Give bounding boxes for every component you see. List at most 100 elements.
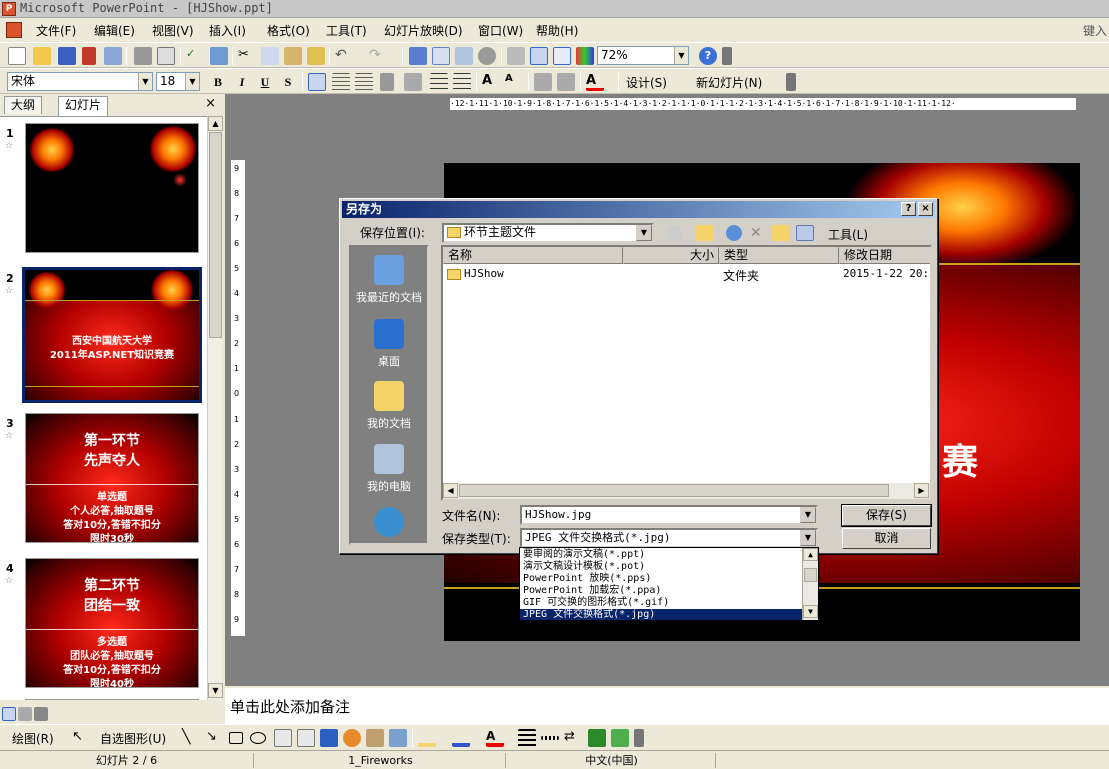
design-button[interactable]: 设计(S) <box>626 74 667 91</box>
normal-view-icon[interactable] <box>2 707 16 721</box>
column-type[interactable]: 类型 <box>719 247 839 264</box>
chevron-down-icon[interactable]: ▼ <box>636 225 652 241</box>
filetype-option[interactable]: PowerPoint 放映(*.pps) <box>520 573 804 585</box>
chevron-down-icon[interactable]: ▼ <box>800 530 816 546</box>
menu-slideshow[interactable]: 幻灯片放映(D) <box>384 22 463 39</box>
picture-icon[interactable] <box>389 729 407 747</box>
expand-all-icon[interactable] <box>507 47 525 65</box>
menu-help[interactable]: 帮助(H) <box>536 22 578 39</box>
scroll-right-icon[interactable]: ▶ <box>914 483 929 498</box>
clipart-icon[interactable] <box>366 729 384 747</box>
search-web-icon[interactable] <box>726 225 742 241</box>
place-desktop[interactable]: 桌面 <box>351 319 427 369</box>
distribute-icon[interactable] <box>404 73 422 91</box>
place-my-computer[interactable]: 我的电脑 <box>351 444 427 494</box>
help-question-box[interactable]: 键入 <box>1083 22 1107 39</box>
arrow-icon[interactable]: ↘ <box>206 729 224 747</box>
email-icon[interactable] <box>104 47 122 65</box>
save-icon[interactable] <box>58 47 76 65</box>
draw-menu[interactable]: 绘图(R) <box>12 730 54 747</box>
bold-button[interactable]: B <box>210 73 226 91</box>
select-objects-icon[interactable]: ↖ <box>72 729 90 747</box>
help-icon[interactable]: ? <box>699 47 717 65</box>
chevron-down-icon[interactable]: ▼ <box>800 507 816 523</box>
decrease-indent-icon[interactable] <box>534 73 552 91</box>
place-network[interactable] <box>351 507 427 541</box>
menu-view[interactable]: 视图(V) <box>152 22 194 39</box>
shadow-button[interactable]: S <box>280 73 296 91</box>
chevron-down-icon[interactable]: ▼ <box>674 47 688 64</box>
align-left-icon[interactable] <box>308 73 326 91</box>
slideshow-icon[interactable] <box>34 707 48 721</box>
numbering-icon[interactable] <box>430 73 448 91</box>
scroll-left-icon[interactable]: ◀ <box>443 483 458 498</box>
views-icon[interactable] <box>796 225 814 241</box>
save-button[interactable]: 保存(S) <box>841 504 932 527</box>
vertical-textbox-icon[interactable] <box>297 729 315 747</box>
line-spacing-icon[interactable] <box>380 73 394 91</box>
slide-thumbnail-4[interactable]: 第二环节 团结一致 多选题 团队必答,抽取题号 答对10分,答错不扣分 限时40… <box>25 558 199 688</box>
filename-input[interactable]: HJShow.jpg ▼ <box>520 505 818 525</box>
menu-window[interactable]: 窗口(W) <box>478 22 523 39</box>
shadow-style-icon[interactable] <box>588 729 606 747</box>
scroll-thumb[interactable] <box>804 568 817 582</box>
document-icon[interactable] <box>6 22 22 38</box>
chevron-down-icon[interactable]: ▼ <box>185 73 199 90</box>
print-icon[interactable] <box>134 47 152 65</box>
diagram-icon[interactable] <box>343 729 361 747</box>
place-my-documents[interactable]: 我的文档 <box>351 381 427 431</box>
textbox-icon[interactable] <box>274 729 292 747</box>
toolbar-options-icon[interactable] <box>722 47 732 65</box>
bullets-icon[interactable] <box>453 73 471 91</box>
dash-style-icon[interactable] <box>541 736 559 740</box>
slide-thumbnail-1[interactable] <box>25 123 199 253</box>
tables-borders-icon[interactable] <box>455 47 473 65</box>
file-row[interactable]: HJShow <box>447 267 504 280</box>
decrease-font-icon[interactable]: A <box>505 73 523 91</box>
format-painter-icon[interactable] <box>307 47 325 65</box>
place-recent[interactable]: 我最近的文档 <box>351 255 427 305</box>
filetype-option[interactable]: 要审阅的演示文稿(*.ppt) <box>520 549 804 561</box>
menu-format[interactable]: 格式(O) <box>267 22 310 39</box>
status-design[interactable]: 1_Fireworks <box>256 753 506 768</box>
hyperlink-icon[interactable] <box>478 47 496 65</box>
dialog-title-bar[interactable]: 另存为 ? × <box>342 201 935 218</box>
rectangle-icon[interactable] <box>229 732 243 744</box>
fill-color-icon[interactable] <box>418 729 436 747</box>
toolbar-options-icon[interactable] <box>786 73 796 91</box>
align-right-icon[interactable] <box>355 73 373 91</box>
oval-icon[interactable] <box>250 732 266 744</box>
new-icon[interactable] <box>8 47 26 65</box>
new-slide-button[interactable]: 新幻灯片(N) <box>696 74 762 91</box>
autoshapes-menu[interactable]: 自选图形(U) <box>100 730 166 747</box>
show-formatting-icon[interactable] <box>530 47 548 65</box>
menu-edit[interactable]: 编辑(E) <box>94 22 135 39</box>
align-center-icon[interactable] <box>332 73 350 91</box>
scroll-down-icon[interactable]: ▼ <box>803 605 818 618</box>
increase-indent-icon[interactable] <box>557 73 575 91</box>
tab-outline[interactable]: 大纲 <box>4 96 43 114</box>
dropdown-scrollbar[interactable]: ▲ ▼ <box>802 548 818 620</box>
research-icon[interactable] <box>210 47 228 65</box>
font-size-combo[interactable]: 18 ▼ <box>156 72 200 91</box>
slide-thumbnail-5[interactable] <box>25 699 199 700</box>
close-icon[interactable]: × <box>205 96 216 111</box>
font-color-icon[interactable]: A <box>486 729 504 747</box>
filetype-select[interactable]: JPEG 文件交换格式(*.jpg) ▼ <box>520 528 818 548</box>
arrow-style-icon[interactable]: ⇄ <box>564 729 582 747</box>
open-icon[interactable] <box>33 47 51 65</box>
paste-icon[interactable] <box>284 47 302 65</box>
line-icon[interactable]: ╲ <box>182 729 200 747</box>
scroll-up-icon[interactable]: ▲ <box>803 548 818 561</box>
new-folder-icon[interactable] <box>772 225 790 241</box>
3d-style-icon[interactable] <box>611 729 629 747</box>
delete-icon[interactable]: ✕ <box>750 225 768 243</box>
line-style-icon[interactable] <box>518 729 536 747</box>
filetype-option[interactable]: PowerPoint 加载宏(*.ppa) <box>520 585 804 597</box>
column-modified[interactable]: 修改日期 <box>839 247 930 264</box>
line-color-icon[interactable] <box>452 729 470 747</box>
copy-icon[interactable] <box>261 47 279 65</box>
color-grayscale-icon[interactable] <box>576 47 594 65</box>
chevron-down-icon[interactable]: ▼ <box>138 73 152 90</box>
print-preview-icon[interactable] <box>157 47 175 65</box>
